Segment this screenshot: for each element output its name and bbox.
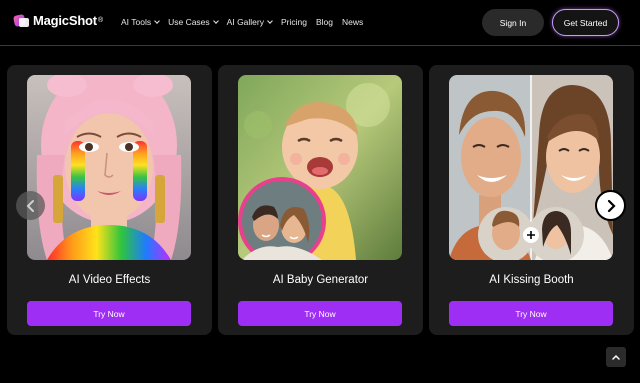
scroll-to-top-button[interactable] xyxy=(606,347,626,367)
nav-label: News xyxy=(342,17,364,27)
carousel-next-button[interactable] xyxy=(595,190,626,221)
try-now-button[interactable]: Try Now xyxy=(27,301,191,326)
card-title: AI Kissing Booth xyxy=(489,274,574,286)
top-nav-bar: MagicShot ® AI Tools Use Cases AI Galler… xyxy=(0,0,640,46)
sign-in-button[interactable]: Sign In xyxy=(482,9,544,36)
tool-card-baby-generator: AI Baby Generator Try Now xyxy=(218,65,423,335)
nav-label: Use Cases xyxy=(168,17,210,27)
carousel-prev-button[interactable] xyxy=(16,191,45,220)
nav-ai-gallery[interactable]: AI Gallery xyxy=(226,17,273,27)
nav-news[interactable]: News xyxy=(342,17,363,27)
nav-pricing[interactable]: Pricing xyxy=(281,17,307,27)
nav-use-cases[interactable]: Use Cases xyxy=(168,17,219,27)
chevron-right-icon xyxy=(607,199,616,212)
nav-ai-tools[interactable]: AI Tools xyxy=(121,17,160,27)
chevron-left-icon xyxy=(26,199,34,212)
nav-label: AI Gallery xyxy=(226,17,264,27)
logo-icon xyxy=(12,12,30,28)
nav-blog[interactable]: Blog xyxy=(316,17,333,27)
try-now-button[interactable]: Try Now xyxy=(238,301,402,326)
card-title: AI Video Effects xyxy=(68,274,151,286)
logo-text: MagicShot xyxy=(33,12,97,28)
get-started-button[interactable]: Get Started xyxy=(552,9,619,36)
nav-label: Blog xyxy=(315,17,333,27)
main-nav: AI Tools Use Cases AI Gallery Pricing Bl… xyxy=(121,17,372,27)
chevron-down-icon xyxy=(212,17,219,24)
card-image-couple[interactable] xyxy=(449,75,613,260)
card-title: AI Baby Generator xyxy=(272,274,369,286)
logo-registered-mark: ® xyxy=(97,16,104,24)
brand-logo[interactable]: MagicShot ® xyxy=(12,12,104,28)
nav-label: Pricing xyxy=(281,17,307,27)
card-image-baby[interactable] xyxy=(238,75,402,260)
card-image-rainbow-portrait[interactable] xyxy=(27,75,191,260)
nav-label: AI Tools xyxy=(121,17,152,27)
chevron-down-icon xyxy=(154,17,160,24)
try-now-button[interactable]: Try Now xyxy=(449,301,613,326)
chevron-up-icon xyxy=(612,354,620,360)
chevron-down-icon xyxy=(267,17,273,24)
